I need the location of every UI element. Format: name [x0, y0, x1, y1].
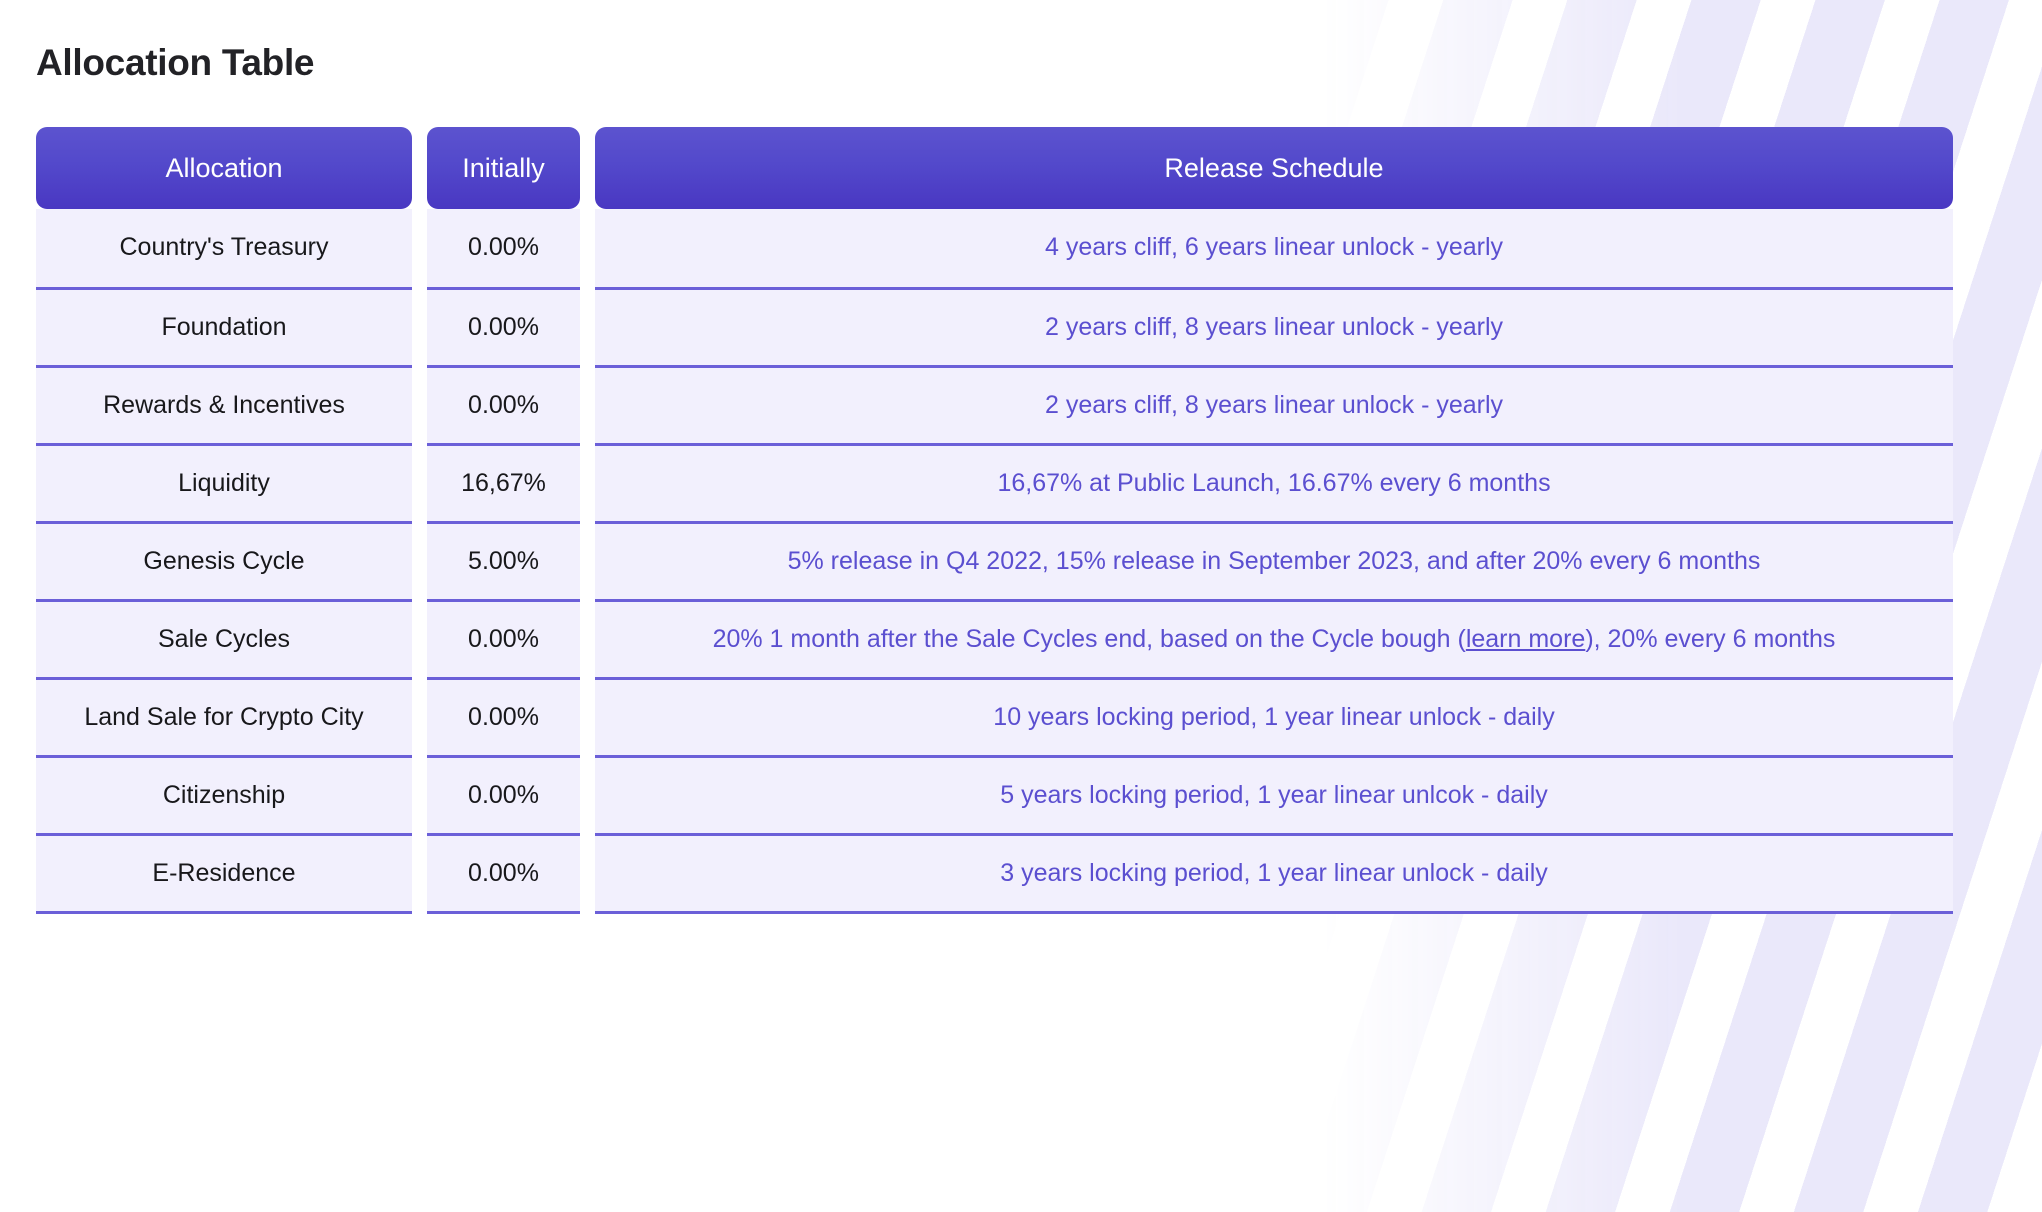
column-initially: Initially 0.00% 0.00% 0.00% 16,67% 5.00%…: [427, 127, 580, 914]
table-cell-initially: 5.00%: [427, 524, 580, 602]
table-cell-initially: 0.00%: [427, 680, 580, 758]
table-cell-allocation: E-Residence: [36, 836, 412, 914]
column-initially-cells: 0.00% 0.00% 0.00% 16,67% 5.00% 0.00% 0.0…: [427, 209, 580, 914]
table-cell-release-schedule: 3 years locking period, 1 year linear un…: [595, 836, 1953, 914]
allocation-table-page: Allocation Table Allocation Country's Tr…: [0, 0, 2042, 1212]
table-cell-initially: 16,67%: [427, 446, 580, 524]
column-header-allocation[interactable]: Allocation: [36, 127, 412, 209]
table-cell-release-schedule: 2 years cliff, 8 years linear unlock - y…: [595, 368, 1953, 446]
table-cell-initially: 0.00%: [427, 368, 580, 446]
table-cell-release-schedule: 5 years locking period, 1 year linear un…: [595, 758, 1953, 836]
table-cell-initially: 0.00%: [427, 602, 580, 680]
table-cell-allocation: Sale Cycles: [36, 602, 412, 680]
table-cell-release-schedule: 5% release in Q4 2022, 15% release in Se…: [595, 524, 1953, 602]
allocation-table: Allocation Country's Treasury Foundation…: [36, 127, 1953, 914]
column-release-schedule-cells: 4 years cliff, 6 years linear unlock - y…: [595, 209, 1953, 914]
table-cell-allocation: Land Sale for Crypto City: [36, 680, 412, 758]
table-cell-allocation: Country's Treasury: [36, 209, 412, 290]
table-cell-release-schedule: 2 years cliff, 8 years linear unlock - y…: [595, 290, 1953, 368]
table-cell-allocation: Foundation: [36, 290, 412, 368]
table-cell-allocation: Liquidity: [36, 446, 412, 524]
release-schedule-text-after-link: ), 20% every 6 months: [1585, 624, 1836, 653]
learn-more-link[interactable]: learn more: [1466, 624, 1586, 655]
table-cell-allocation: Genesis Cycle: [36, 524, 412, 602]
table-cell-initially: 0.00%: [427, 836, 580, 914]
table-cell-release-schedule: 10 years locking period, 1 year linear u…: [595, 680, 1953, 758]
release-schedule-text-before-link: 20% 1 month after the Sale Cycles end, b…: [712, 624, 1466, 653]
table-cell-initially: 0.00%: [427, 209, 580, 290]
column-header-initially[interactable]: Initially: [427, 127, 580, 209]
column-allocation: Allocation Country's Treasury Foundation…: [36, 127, 412, 914]
table-cell-initially: 0.00%: [427, 290, 580, 368]
table-cell-allocation: Rewards & Incentives: [36, 368, 412, 446]
page-title: Allocation Table: [36, 41, 315, 83]
table-cell-release-schedule: 20% 1 month after the Sale Cycles end, b…: [595, 602, 1953, 680]
column-header-release-schedule[interactable]: Release Schedule: [595, 127, 1953, 209]
table-cell-release-schedule: 4 years cliff, 6 years linear unlock - y…: [595, 209, 1953, 290]
table-cell-initially: 0.00%: [427, 758, 580, 836]
table-cell-allocation: Citizenship: [36, 758, 412, 836]
table-cell-release-schedule: 16,67% at Public Launch, 16.67% every 6 …: [595, 446, 1953, 524]
column-release-schedule: Release Schedule 4 years cliff, 6 years …: [595, 127, 1953, 914]
column-allocation-cells: Country's Treasury Foundation Rewards & …: [36, 209, 412, 914]
